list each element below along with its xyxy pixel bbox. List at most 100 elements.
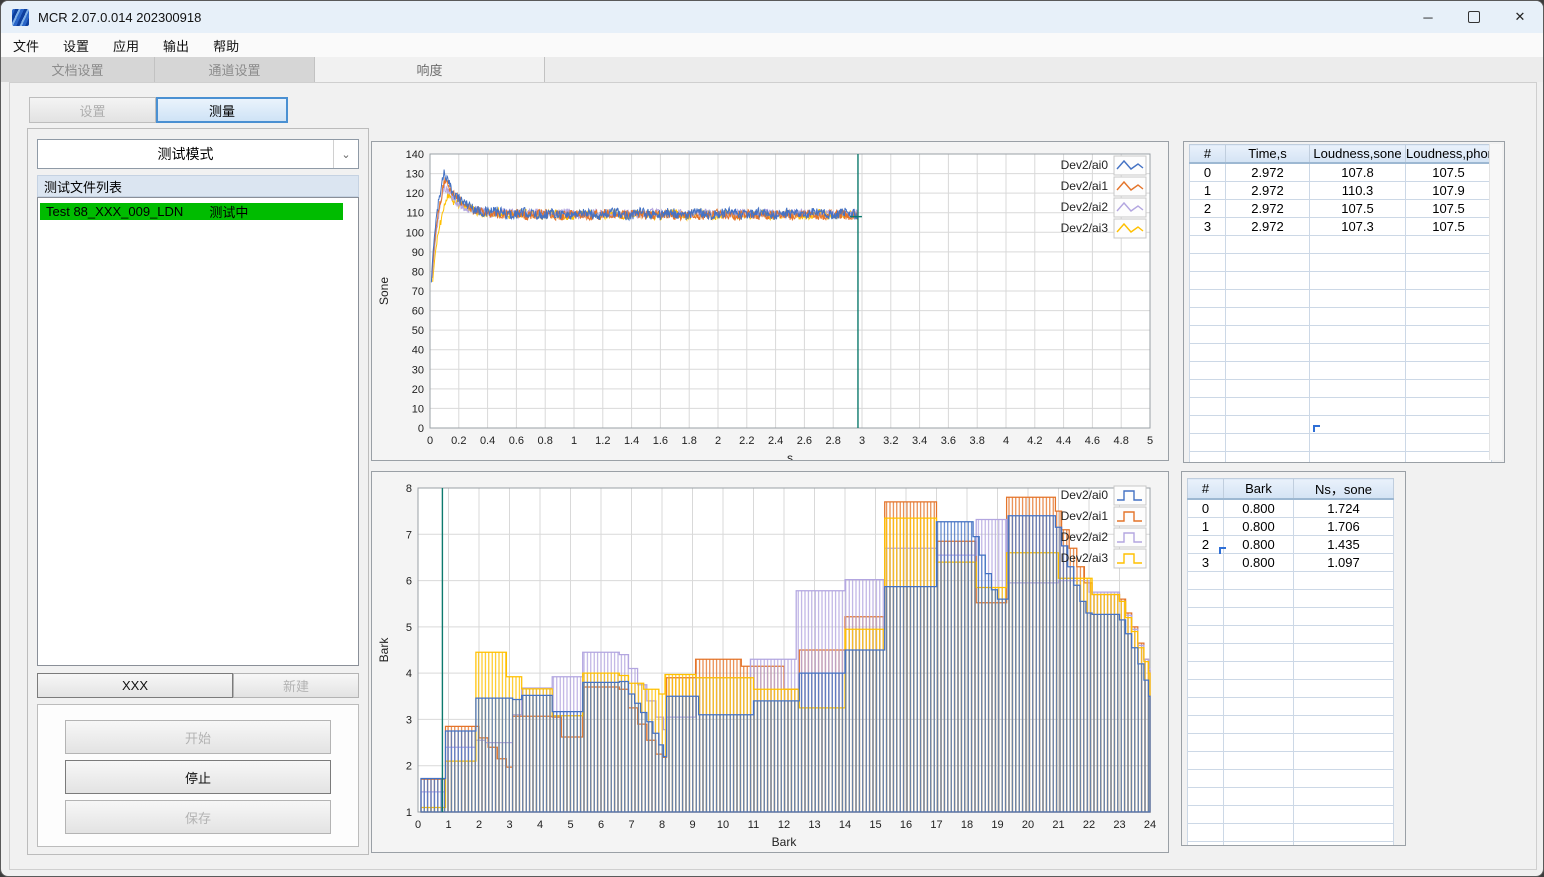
- table-cell[interactable]: [1309, 253, 1406, 272]
- table-row-empty[interactable]: [1187, 607, 1394, 626]
- table-cell[interactable]: [1405, 253, 1492, 272]
- table-cell[interactable]: [1309, 451, 1406, 462]
- table-cell[interactable]: [1187, 625, 1224, 644]
- table-row-empty[interactable]: [1189, 307, 1492, 326]
- table-cell[interactable]: [1223, 571, 1294, 590]
- table-row[interactable]: 0 2.972 107.8 107.5: [1189, 162, 1492, 182]
- table-row-empty[interactable]: [1189, 289, 1492, 308]
- table-cell[interactable]: [1187, 571, 1224, 590]
- table-cell[interactable]: [1189, 325, 1226, 344]
- save-button[interactable]: 保存: [65, 800, 331, 834]
- table-cell[interactable]: 107.5: [1405, 217, 1492, 236]
- new-button[interactable]: 新建: [233, 673, 359, 698]
- table-row-empty[interactable]: [1187, 823, 1394, 842]
- table-cell[interactable]: [1187, 733, 1224, 752]
- table-cell[interactable]: [1309, 397, 1406, 416]
- table-row-empty[interactable]: [1189, 271, 1492, 290]
- table-cell[interactable]: 107.8: [1309, 162, 1406, 182]
- table-cell[interactable]: [1405, 361, 1492, 380]
- table-cell[interactable]: [1187, 661, 1224, 680]
- menu-file[interactable]: 文件: [1, 36, 51, 55]
- table-cell[interactable]: [1189, 307, 1226, 326]
- table-cell[interactable]: [1223, 661, 1294, 680]
- tab-loudness[interactable]: 响度: [315, 57, 545, 82]
- table-cell[interactable]: [1225, 271, 1310, 290]
- table-cell[interactable]: 107.5: [1405, 162, 1492, 182]
- table-cell[interactable]: [1293, 805, 1394, 824]
- table-cell[interactable]: [1187, 805, 1224, 824]
- table-cell[interactable]: [1405, 415, 1492, 434]
- table-cell[interactable]: 107.5: [1309, 199, 1406, 218]
- subtab-measure-button[interactable]: 测量: [156, 97, 288, 123]
- table-cell[interactable]: [1187, 841, 1224, 845]
- table-cell[interactable]: [1309, 325, 1406, 344]
- table-cell[interactable]: [1293, 607, 1394, 626]
- table-cell[interactable]: [1293, 589, 1394, 608]
- table-cell[interactable]: [1225, 343, 1310, 362]
- table-row-empty[interactable]: [1187, 769, 1394, 788]
- table-cell[interactable]: [1405, 343, 1492, 362]
- table-cell[interactable]: [1293, 679, 1394, 698]
- table-row-empty[interactable]: [1187, 571, 1394, 590]
- table-cell[interactable]: [1189, 235, 1226, 254]
- test-file-list[interactable]: Test 88_XXX_009_LDN 测试中: [37, 197, 359, 666]
- table-row-empty[interactable]: [1187, 679, 1394, 698]
- table-cell[interactable]: [1293, 643, 1394, 662]
- table-cell[interactable]: [1405, 289, 1492, 308]
- table-cell[interactable]: [1189, 253, 1226, 272]
- table-cell[interactable]: [1293, 571, 1394, 590]
- table-cell[interactable]: [1189, 451, 1226, 462]
- table-cell[interactable]: [1293, 697, 1394, 716]
- table-row[interactable]: 3 2.972 107.3 107.5: [1189, 217, 1492, 236]
- table-cell[interactable]: [1225, 289, 1310, 308]
- table-row-empty[interactable]: [1187, 751, 1394, 770]
- table-cell[interactable]: [1223, 769, 1294, 788]
- menu-settings[interactable]: 设置: [51, 36, 101, 55]
- table-row[interactable]: 1 2.972 110.3 107.9: [1189, 181, 1492, 200]
- table-cell[interactable]: [1223, 787, 1294, 806]
- table-row-empty[interactable]: [1189, 451, 1492, 462]
- table-cell[interactable]: [1223, 841, 1294, 845]
- specific-loudness-chart[interactable]: 0 1 2 3 4 5 6 7 8 9 10 11 12 13 14 15 16 17 18 19 20 21 22 23 24…: [372, 472, 1168, 852]
- table-row[interactable]: 1 0.800 1.706: [1187, 517, 1394, 536]
- table-cell[interactable]: [1293, 823, 1394, 842]
- table-cell[interactable]: 0.800: [1223, 517, 1294, 536]
- table-cell[interactable]: 0: [1187, 498, 1224, 518]
- table-cell[interactable]: [1405, 325, 1492, 344]
- xxx-button[interactable]: XXX: [37, 673, 233, 698]
- table-cell[interactable]: 2.972: [1225, 199, 1310, 218]
- table-cell[interactable]: [1293, 769, 1394, 788]
- table-row-empty[interactable]: [1189, 433, 1492, 452]
- menu-help[interactable]: 帮助: [201, 36, 251, 55]
- table-cell[interactable]: [1225, 415, 1310, 434]
- table-cell[interactable]: [1223, 679, 1294, 698]
- table-cell[interactable]: [1189, 379, 1226, 398]
- table-row-empty[interactable]: [1189, 361, 1492, 380]
- table-cell[interactable]: 1.435: [1293, 535, 1394, 554]
- table-cell[interactable]: [1187, 697, 1224, 716]
- table-row-empty[interactable]: [1189, 343, 1492, 362]
- table-cell[interactable]: [1187, 607, 1224, 626]
- table-cell[interactable]: [1405, 307, 1492, 326]
- table-row-empty[interactable]: [1187, 661, 1394, 680]
- loudness-time-chart[interactable]: 0 0.2 0.4 0.6 0.8 1 1.2 1.4 1.6 1.8 2 2.2 2.4 2.6 2.8 3…: [372, 142, 1168, 460]
- tab-document-settings[interactable]: 文档设置: [1, 57, 155, 82]
- table-cell[interactable]: [1405, 379, 1492, 398]
- table-row[interactable]: 0 0.800 1.724: [1187, 498, 1394, 518]
- table-cell[interactable]: 107.5: [1405, 199, 1492, 218]
- table-cell[interactable]: [1225, 451, 1310, 462]
- table-cell[interactable]: [1309, 235, 1406, 254]
- table-cell[interactable]: [1187, 769, 1224, 788]
- table-row-empty[interactable]: [1189, 325, 1492, 344]
- start-button[interactable]: 开始: [65, 720, 331, 754]
- subtab-settings-button[interactable]: 设置: [29, 97, 156, 123]
- table-cell[interactable]: [1189, 433, 1226, 452]
- table-cell[interactable]: 0: [1189, 162, 1226, 182]
- close-button[interactable]: ✕: [1497, 1, 1543, 33]
- table-cell[interactable]: [1187, 643, 1224, 662]
- table-cell[interactable]: [1309, 415, 1406, 434]
- table-cell[interactable]: [1225, 397, 1310, 416]
- table-cell[interactable]: [1223, 715, 1294, 734]
- table-cell[interactable]: 1.706: [1293, 517, 1394, 536]
- table-row-empty[interactable]: [1187, 841, 1394, 845]
